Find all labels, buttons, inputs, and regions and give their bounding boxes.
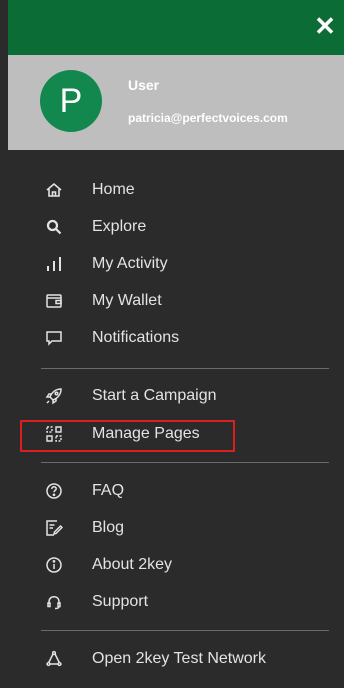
menu-item-label: Start a Campaign (92, 387, 217, 404)
menu-item-my-activity[interactable]: My Activity (8, 246, 344, 282)
headset-icon (45, 593, 63, 611)
menu-item-blog[interactable]: Blog (8, 510, 344, 546)
drawer-header: ✕ (8, 0, 344, 55)
menu-item-support[interactable]: Support (8, 584, 344, 620)
menu-item-explore[interactable]: Explore (8, 209, 344, 245)
menu-item-label: My Activity (92, 255, 168, 272)
menu-item-label: Blog (92, 519, 125, 536)
menu-item-label: Support (92, 593, 149, 610)
menu-item-faq[interactable]: FAQ (8, 473, 344, 509)
menu-item-label: Notifications (92, 329, 180, 346)
menu-item-label: Explore (92, 218, 147, 235)
menu-item-home[interactable]: Home (8, 172, 344, 208)
divider (41, 368, 329, 369)
rocket-icon (45, 387, 63, 405)
menu-item-about[interactable]: About 2key (8, 547, 344, 583)
question-circle-icon (45, 482, 63, 500)
bar-chart-icon (45, 255, 63, 273)
home-icon (45, 181, 63, 199)
menu-item-notifications[interactable]: Notifications (8, 320, 344, 356)
menu-item-label: FAQ (92, 482, 125, 499)
divider (41, 462, 329, 463)
avatar[interactable]: P (40, 70, 102, 132)
side-menu: Home Explore My Activity My Wallet Notif… (8, 150, 344, 688)
menu-item-label: My Wallet (92, 292, 162, 309)
profile-section: P User patricia@perfectvoices.com (8, 55, 344, 150)
network-icon (45, 650, 63, 668)
info-circle-icon (45, 556, 63, 574)
wallet-icon (45, 292, 63, 310)
menu-item-start-campaign[interactable]: Start a Campaign (8, 378, 344, 414)
search-icon (45, 218, 63, 236)
menu-item-open-test-network[interactable]: Open 2key Test Network (8, 641, 344, 677)
manage-pages-highlight (20, 420, 235, 452)
chat-bubble-icon (45, 329, 63, 347)
edit-note-icon (45, 519, 63, 537)
user-email: patricia@perfectvoices.com (128, 111, 288, 125)
menu-item-label: About 2key (92, 556, 173, 573)
divider (41, 630, 329, 631)
menu-item-label: Open 2key Test Network (92, 650, 267, 667)
menu-item-my-wallet[interactable]: My Wallet (8, 283, 344, 319)
menu-item-label: Home (92, 181, 135, 198)
close-button[interactable]: ✕ (312, 13, 338, 39)
user-name: User (128, 77, 160, 93)
